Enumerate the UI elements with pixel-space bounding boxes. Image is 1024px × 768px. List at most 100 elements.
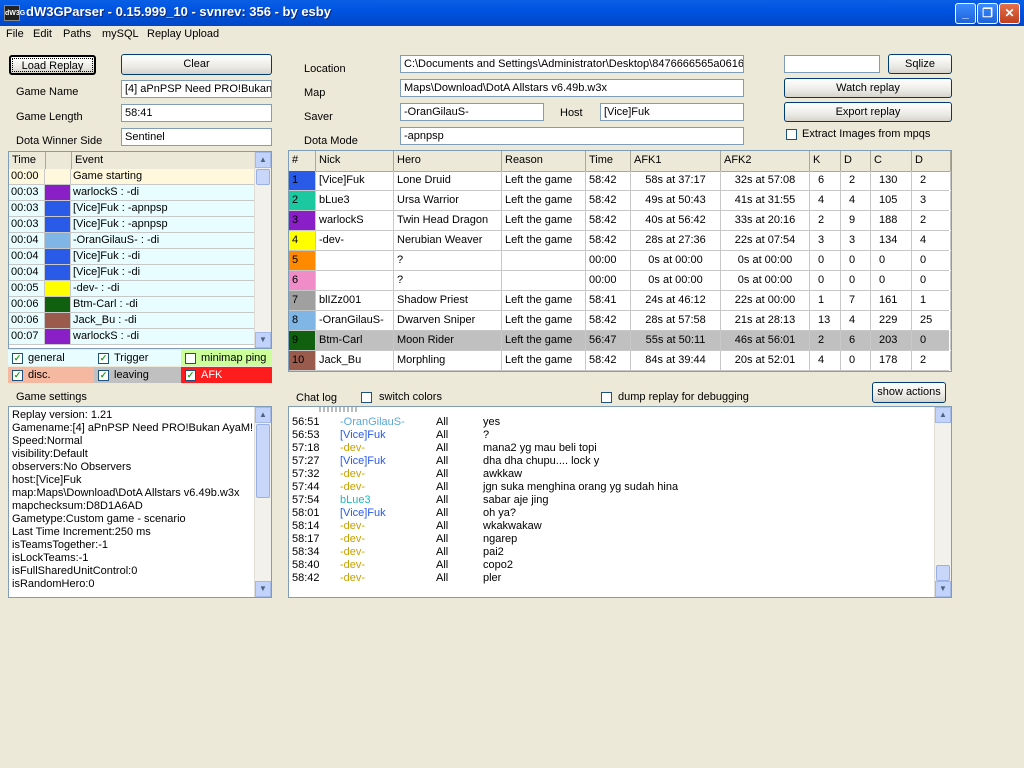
map-field[interactable]: Maps\Download\DotA Allstars v6.49b.w3x (400, 79, 744, 97)
players-table[interactable]: # Nick Hero Reason Time AFK1 AFK2 K D C … (288, 150, 952, 372)
event-col-time[interactable]: Time (9, 152, 46, 169)
menu-file[interactable]: File (6, 28, 24, 40)
chat-row[interactable]: 56:53 [Vice]Fuk All? (289, 429, 929, 442)
scroll-thumb[interactable] (256, 424, 270, 498)
game-length-field[interactable]: 58:41 (121, 104, 272, 122)
close-icon[interactable]: ✕ (999, 3, 1020, 24)
chat-row[interactable]: 56:51 -OranGilauS- All yes (289, 416, 929, 429)
event-row[interactable]: 00:03 [Vice]Fuk : -apnpsp (9, 217, 255, 233)
load-replay-button[interactable]: Load Replay (9, 55, 96, 75)
scroll-up-icon[interactable]: ▲ (255, 152, 271, 168)
filter-checkbox[interactable]: ✓ (98, 370, 109, 381)
scroll-down-icon[interactable]: ▼ (935, 581, 951, 597)
player-row[interactable]: 7 blIZz001 Shadow Priest Left the game 58:41… (289, 291, 951, 311)
chat-row[interactable]: 58:17 -dev- All ngarep (289, 533, 929, 546)
chat-log[interactable]: 56:51 -OranGilauS- All yes 56:53 [Vice]Fuk All… (288, 406, 952, 598)
player-row[interactable]: 1 [Vice]Fuk Lone Druid Left the game 58:42 58… (289, 171, 951, 191)
player-row[interactable]: 10 Jack_Bu Morphling Left the game 58:42 84s … (289, 351, 951, 371)
game-name-field[interactable]: [4] aPnPSP Need PRO!Bukan (121, 80, 272, 98)
filter-checkbox[interactable]: ✓ (12, 370, 23, 381)
col-hero[interactable]: Hero (394, 151, 502, 171)
sqlize-input[interactable] (784, 55, 880, 73)
chat-scrollbar[interactable]: ▲ ▼ (934, 407, 951, 597)
col-afk2[interactable]: AFK2 (721, 151, 810, 171)
event-row[interactable]: 00:07 warlockS : -di (9, 329, 255, 345)
chat-row[interactable]: 57:27 [Vice]Fuk All dha dha chupu.... lock … (289, 455, 929, 468)
event-list[interactable]: Time Event 00:00 Game starting 00:03 warloc… (8, 151, 272, 349)
event-scrollbar[interactable]: ▲ ▼ (254, 152, 271, 348)
col-deaths[interactable]: D (841, 151, 871, 171)
player-row[interactable]: 9 Btm-Carl Moon Rider Left the game 56:47 55s… (289, 331, 951, 351)
settings-scrollbar[interactable]: ▲ ▼ (254, 407, 271, 597)
filter-checkbox[interactable]: ✓ (12, 353, 23, 364)
col-time[interactable]: Time (586, 151, 631, 171)
player-row[interactable]: 3 warlockS Twin Head Dragon Left the game 58… (289, 211, 951, 231)
event-row[interactable]: 00:03 warlockS : -di (9, 185, 255, 201)
player-row[interactable]: 4 -dev- Nerubian Weaver Left the game 58:42 2… (289, 231, 951, 251)
filter-afk[interactable]: ✓ AFK (181, 367, 272, 383)
event-row[interactable]: 00:05 -dev- : -di (9, 281, 255, 297)
menu-mysql[interactable]: mySQL (102, 28, 139, 40)
col-creeps[interactable]: C (871, 151, 912, 171)
filter-leaving[interactable]: ✓ leaving (94, 367, 181, 383)
clear-button[interactable]: Clear (121, 54, 272, 75)
chat-row[interactable]: 57:54 bLue3 All sabar aje jing (289, 494, 929, 507)
watch-replay-button[interactable]: Watch replay (784, 78, 952, 98)
event-row[interactable]: 00:04 [Vice]Fuk : -di (9, 249, 255, 265)
chat-row[interactable]: 58:42 -dev- All pler (289, 572, 929, 585)
event-row[interactable]: 00:06 Btm-Carl : -di (9, 297, 255, 313)
col-afk1[interactable]: AFK1 (631, 151, 721, 171)
col-nick[interactable]: Nick (316, 151, 394, 171)
event-row[interactable]: 00:04 [Vice]Fuk : -di (9, 265, 255, 281)
event-row[interactable]: 00:00 Game starting (9, 169, 255, 185)
winner-side-field[interactable]: Sentinel (121, 128, 272, 146)
show-actions-button[interactable]: show actions (872, 382, 946, 403)
filter-minimapping[interactable]: minimap ping (181, 350, 272, 366)
minimize-icon[interactable]: _ (955, 3, 976, 24)
filter-trigger[interactable]: ✓ Trigger (94, 350, 181, 366)
menu-paths[interactable]: Paths (63, 28, 91, 40)
player-row[interactable]: 2 bLue3 Ursa Warrior Left the game 58:42 49s … (289, 191, 951, 211)
col-number[interactable]: # (289, 151, 316, 171)
scroll-down-icon[interactable]: ▼ (255, 332, 271, 348)
col-reason[interactable]: Reason (502, 151, 586, 171)
filter-checkbox[interactable] (185, 353, 196, 364)
filter-checkbox[interactable]: ✓ (98, 353, 109, 364)
scroll-up-icon[interactable]: ▲ (255, 407, 271, 423)
location-field[interactable]: C:\Documents and Settings\Administrator\… (400, 55, 744, 73)
scroll-thumb[interactable] (936, 565, 950, 581)
chat-row[interactable]: 57:44 -dev- All jgn suka menghina orang yg … (289, 481, 929, 494)
scroll-thumb[interactable] (256, 169, 270, 185)
player-row[interactable]: 8 -OranGilauS- Dwarven Sniper Left the game… (289, 311, 951, 331)
player-row[interactable]: 5? 00:00 0s at 00:00 0s at 00:00 0 0 0 0 (289, 251, 951, 271)
col-denies[interactable]: D (912, 151, 951, 171)
chat-row[interactable]: 57:32 -dev- All awkkaw (289, 468, 929, 481)
restore-icon[interactable]: ❐ (977, 3, 998, 24)
sqlize-button[interactable]: Sqlize (888, 54, 952, 74)
filter-checkbox[interactable]: ✓ (185, 370, 196, 381)
chat-row[interactable]: 58:14 -dev- All wkakwakaw (289, 520, 929, 533)
menu-replay-upload[interactable]: Replay Upload (147, 28, 219, 40)
event-col-event[interactable]: Event (72, 152, 257, 169)
chat-row[interactable]: 58:34 -dev- All pai2 (289, 546, 929, 559)
scroll-down-icon[interactable]: ▼ (255, 581, 271, 597)
scroll-up-icon[interactable]: ▲ (935, 407, 951, 423)
event-row[interactable]: 00:04 -OranGilauS- : -di (9, 233, 255, 249)
filter-disc[interactable]: ✓ disc. (8, 367, 94, 383)
game-settings-box[interactable]: Replay version: 1.21 Gamename:[4] aPnPSP … (8, 406, 272, 598)
export-replay-button[interactable]: Export replay (784, 102, 952, 122)
chat-row[interactable]: 57:18 -dev- All mana2 yg mau beli topi (289, 442, 929, 455)
switch-colors-checkbox[interactable] (361, 392, 372, 403)
menu-edit[interactable]: Edit (33, 28, 52, 40)
chat-row[interactable]: 58:40 -dev- All copo2 (289, 559, 929, 572)
col-kills[interactable]: K (810, 151, 841, 171)
dota-mode-field[interactable]: -apnpsp (400, 127, 744, 145)
chat-row[interactable]: 58:01 [Vice]Fuk All oh ya? (289, 507, 929, 520)
event-col-color[interactable] (46, 152, 72, 169)
host-field[interactable]: [Vice]Fuk (600, 103, 744, 121)
extract-images-checkbox[interactable] (786, 129, 797, 140)
event-row[interactable]: 00:06 Jack_Bu : -di (9, 313, 255, 329)
dump-replay-checkbox[interactable] (601, 392, 612, 403)
filter-general[interactable]: ✓ general (8, 350, 94, 366)
player-row[interactable]: 6? 00:00 0s at 00:00 0s at 00:00 0 0 0 0 (289, 271, 951, 291)
